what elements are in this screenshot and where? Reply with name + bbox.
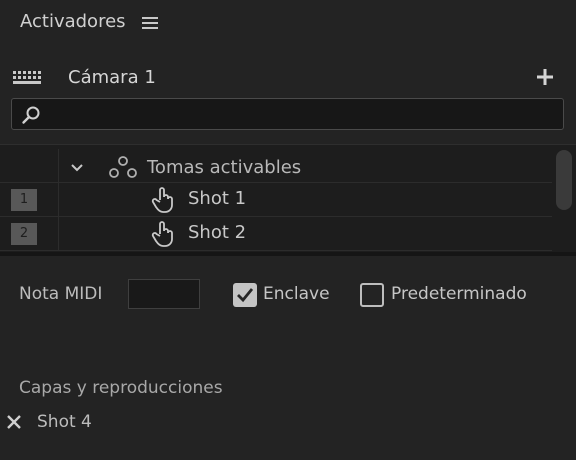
- midi-note-label: Nota MIDI: [19, 284, 103, 304]
- search-input[interactable]: [48, 103, 557, 127]
- search-box[interactable]: [11, 98, 564, 130]
- plus-icon: [537, 69, 553, 85]
- group-label: Tomas activables: [147, 157, 302, 178]
- trigger-number-badge: 2: [11, 223, 37, 245]
- search-icon: [21, 105, 41, 125]
- hamburger-menu-icon[interactable]: [142, 15, 158, 29]
- layer-item-label: Shot 4: [37, 412, 92, 432]
- tree-scrollbar[interactable]: [556, 150, 572, 210]
- tree-group-row[interactable]: Tomas activables: [0, 149, 552, 183]
- layers-section-title: Capas y reproducciones: [19, 378, 223, 398]
- keyboard-icon[interactable]: [13, 70, 41, 86]
- hand-pointer-icon: [151, 220, 177, 247]
- panel-title: Activadores: [20, 11, 126, 32]
- shot-label: Shot 1: [188, 188, 247, 209]
- midi-note-field[interactable]: [128, 279, 200, 309]
- panel-divider[interactable]: [0, 252, 576, 256]
- latch-label: Enclave: [263, 284, 330, 304]
- default-checkbox[interactable]: [360, 283, 384, 307]
- shot-label: Shot 2: [188, 222, 247, 243]
- add-trigger-button[interactable]: [535, 67, 555, 87]
- chevron-down-icon[interactable]: [70, 159, 84, 172]
- tree-item-row[interactable]: 2 Shot 2: [0, 217, 552, 251]
- checkmark-icon: [237, 288, 254, 303]
- group-circles-icon: [107, 155, 139, 179]
- default-label: Predeterminado: [391, 284, 527, 304]
- trigger-number-badge: 1: [11, 189, 37, 211]
- latch-checkbox[interactable]: [233, 283, 257, 307]
- hand-pointer-icon: [151, 186, 177, 213]
- triggers-tree: Tomas activables 1 Shot 1 2 Shot 2: [0, 144, 576, 253]
- x-icon[interactable]: [6, 414, 22, 430]
- tree-item-row[interactable]: 1 Shot 1: [0, 183, 552, 217]
- camera-label: Cámara 1: [68, 67, 156, 88]
